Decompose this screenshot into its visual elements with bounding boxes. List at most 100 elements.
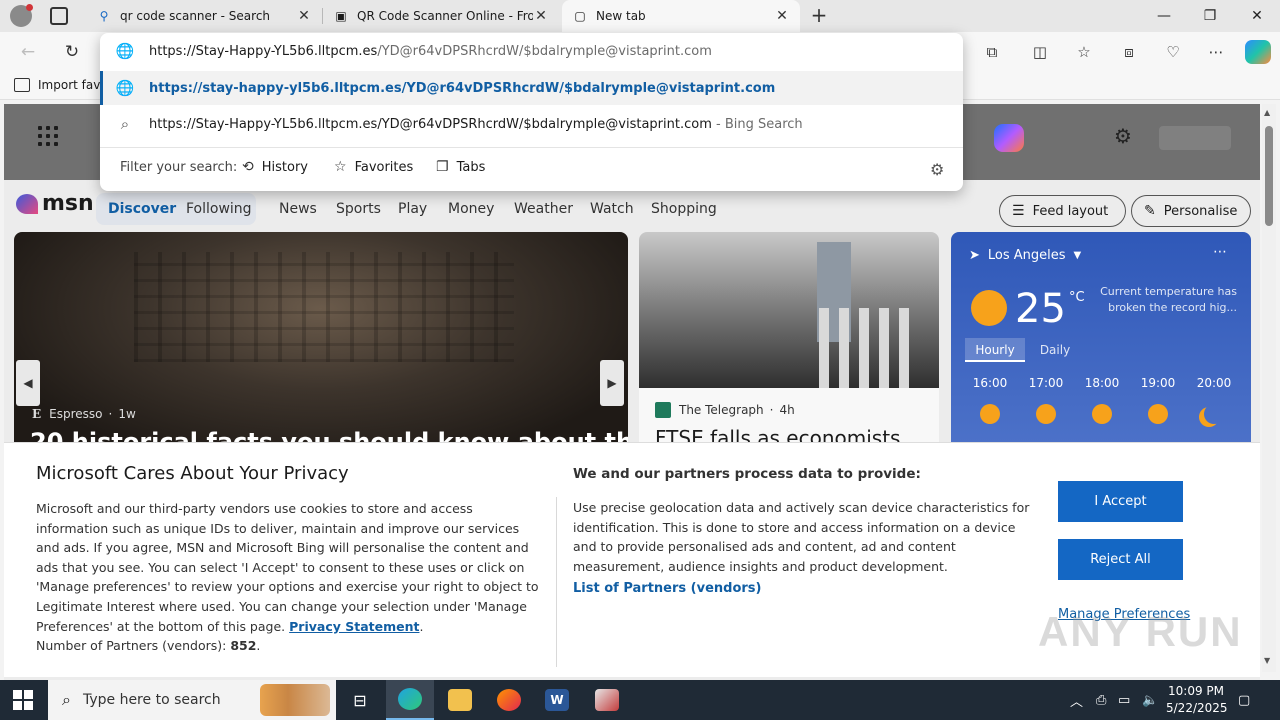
device-icon[interactable]: ⎙: [1096, 680, 1106, 720]
close-icon[interactable]: ✕: [774, 8, 790, 24]
tab-actions-icon[interactable]: [50, 7, 68, 25]
msn-copilot-icon[interactable]: [994, 124, 1024, 152]
feed-layout-button[interactable]: ☰ Feed layout: [999, 195, 1126, 227]
tab-new-tab[interactable]: ▢ New tab ✕: [562, 0, 800, 32]
filter-history-label: History: [261, 159, 308, 175]
partners-list-link[interactable]: List of Partners (vendors): [573, 581, 761, 596]
chevron-down-icon: ▼: [1073, 250, 1082, 261]
nav-watch[interactable]: Watch: [590, 201, 634, 217]
nav-news[interactable]: News: [279, 201, 317, 217]
suggestion-url[interactable]: 🌐 https://stay-happy-yl5b6.lltpcm.es/YD@…: [100, 71, 963, 105]
news-card[interactable]: The Telegraph · 4h FTSE falls as economi…: [639, 232, 939, 452]
new-tab-button[interactable]: +: [808, 4, 830, 26]
close-window-button[interactable]: ✕: [1234, 0, 1280, 32]
news-card-image: [639, 232, 939, 388]
page-scrollbar[interactable]: ▲ ▼: [1262, 104, 1276, 672]
tab-label: qr code scanner - Search: [120, 9, 271, 23]
nav-weather[interactable]: Weather: [514, 201, 573, 217]
notification-icon[interactable]: ▢: [1238, 680, 1250, 720]
tab-qr-scanner[interactable]: ▣ QR Code Scanner Online - From ✕: [323, 0, 559, 32]
refresh-icon[interactable]: ↻: [60, 40, 84, 64]
apps-icon[interactable]: [38, 126, 58, 146]
firefox-taskbar-icon[interactable]: [485, 680, 533, 720]
back-icon[interactable]: ←: [16, 40, 40, 64]
search-icon: ⌕: [62, 690, 71, 709]
consent-right-title: We and our partners process data to prov…: [573, 466, 921, 482]
performance-icon[interactable]: ♡: [1161, 40, 1185, 64]
tab-search[interactable]: ⚲ qr code scanner - Search ✕: [86, 0, 322, 32]
hero-card[interactable]: ◀ ▶ E Espresso · 1w 20 historical facts …: [14, 232, 628, 452]
scrollbar-thumb[interactable]: [1265, 126, 1273, 226]
hero-age: 1w: [118, 407, 136, 421]
news-source-name: The Telegraph: [679, 403, 764, 417]
firefox-icon: [497, 689, 521, 711]
clock[interactable]: 10:09 PM 5/22/2025: [1166, 683, 1228, 717]
filter-label: Filter your search:: [120, 160, 238, 175]
filter-favorites[interactable]: ☆ Favorites: [334, 159, 413, 175]
import-favorites[interactable]: Import favo: [14, 78, 108, 92]
volume-icon[interactable]: 🔈: [1142, 680, 1158, 720]
privacy-statement-link[interactable]: Privacy Statement: [289, 619, 419, 634]
extensions-icon[interactable]: ⧉: [980, 40, 1004, 64]
nav-money[interactable]: Money: [448, 201, 494, 217]
suggestion-url-text: https://stay-happy-yl5b6.lltpcm.es/YD@r6…: [149, 80, 776, 96]
close-icon[interactable]: ✕: [296, 8, 312, 24]
gear-icon[interactable]: ⚙: [930, 160, 944, 179]
filter-favorites-label: Favorites: [354, 159, 414, 175]
nav-shopping[interactable]: Shopping: [651, 201, 717, 217]
restore-button[interactable]: ❐: [1187, 0, 1233, 32]
windows-start-icon[interactable]: [13, 690, 33, 710]
close-icon[interactable]: ✕: [533, 8, 549, 24]
tab-hourly[interactable]: Hourly: [965, 338, 1025, 362]
filter-history[interactable]: ⟲ History: [242, 159, 308, 175]
nav-following[interactable]: Following: [186, 201, 252, 217]
edge-icon: [398, 688, 422, 710]
more-icon[interactable]: ⋯: [1213, 244, 1227, 260]
accept-button[interactable]: I Accept: [1058, 481, 1183, 522]
file-explorer-taskbar-icon[interactable]: [436, 680, 484, 720]
more-icon[interactable]: ⋯: [1204, 40, 1228, 64]
settings-gear-icon[interactable]: ⚙: [1114, 124, 1132, 148]
taskbar: ⌕ Type here to search ⊟ W ︿ ⎙ ▭ 🔈 10:09 …: [0, 680, 1280, 720]
scroll-up-icon[interactable]: ▲: [1264, 108, 1270, 117]
taskbar-search[interactable]: ⌕ Type here to search: [48, 680, 336, 720]
minimize-button[interactable]: —: [1141, 0, 1187, 32]
app-taskbar-icon[interactable]: [583, 680, 631, 720]
scroll-down-icon[interactable]: ▼: [1264, 656, 1270, 665]
sign-in-button[interactable]: [1159, 126, 1231, 150]
weather-tabs: Hourly Daily: [965, 338, 1085, 362]
network-icon[interactable]: ▭: [1118, 680, 1130, 720]
consent-right-body: Use precise geolocation data and activel…: [573, 500, 1030, 574]
star-icon: ☆: [334, 159, 347, 175]
word-icon: W: [545, 689, 569, 711]
suggestion-search[interactable]: ⌕ https://Stay-Happy-YL5b6.lltpcm.es/YD@…: [100, 107, 963, 141]
weather-alert[interactable]: Current temperature has broken the recor…: [1097, 284, 1237, 316]
edge-taskbar-icon[interactable]: [386, 680, 434, 720]
nav-sports[interactable]: Sports: [336, 201, 381, 217]
carousel-next-button[interactable]: ▶: [600, 360, 624, 406]
profile-avatar[interactable]: [10, 4, 33, 27]
tab-daily[interactable]: Daily: [1025, 338, 1085, 362]
nav-discover[interactable]: Discover: [108, 201, 176, 217]
personalise-button[interactable]: ✎ Personalise: [1131, 195, 1251, 227]
show-hidden-icons[interactable]: ︿: [1070, 680, 1083, 720]
reject-all-button[interactable]: Reject All: [1058, 539, 1183, 580]
task-view-icon[interactable]: ⊟: [336, 680, 384, 720]
hourly-forecast: 16:00 17:00 18:00 19:00 20:00: [965, 376, 1239, 424]
address-input[interactable]: 🌐 https://Stay-Happy-YL5b6.lltpcm.es/YD@…: [100, 34, 963, 68]
weather-location[interactable]: ➤ Los Angeles ▼: [969, 248, 1081, 263]
moon-icon: [1204, 404, 1224, 424]
word-taskbar-icon[interactable]: W: [533, 680, 581, 720]
weather-card[interactable]: ➤ Los Angeles ▼ ⋯ 25 °C Current temperat…: [951, 232, 1251, 452]
copilot-icon[interactable]: [1245, 40, 1271, 64]
favorites-icon[interactable]: ☆: [1072, 40, 1096, 64]
msn-bird-icon: [16, 193, 38, 214]
filter-tabs[interactable]: ❐ Tabs: [436, 159, 485, 175]
nav-play[interactable]: Play: [398, 201, 427, 217]
msn-logo[interactable]: msn: [16, 191, 94, 216]
clock-date: 5/22/2025: [1166, 701, 1228, 715]
collections-icon[interactable]: ⧈: [1117, 40, 1141, 64]
newtab-icon: ▢: [574, 9, 586, 23]
carousel-prev-button[interactable]: ◀: [16, 360, 40, 406]
split-screen-icon[interactable]: ◫: [1028, 40, 1052, 64]
